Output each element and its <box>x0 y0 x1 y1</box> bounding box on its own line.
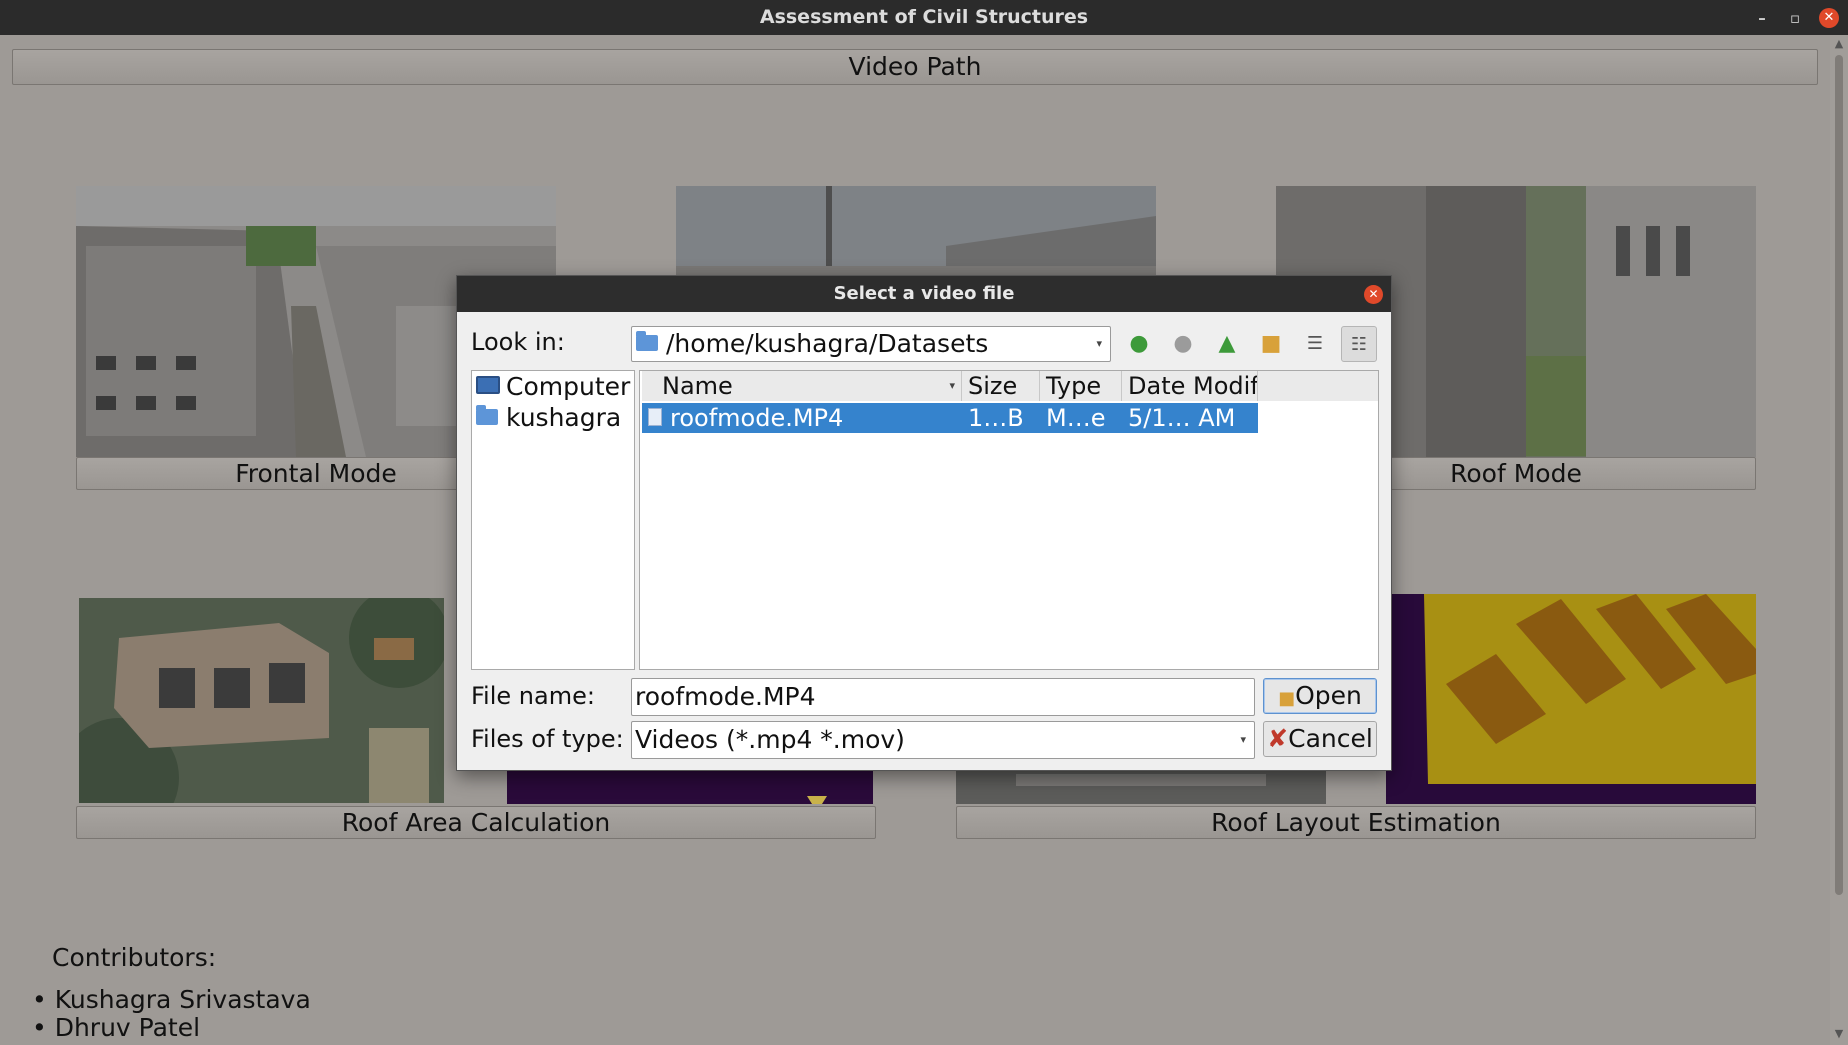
sidebar-item-kushagra[interactable]: kushagra <box>476 403 621 433</box>
sidebar-item-computer[interactable]: Computer <box>476 372 630 402</box>
dropdown-arrow-icon: ▾ <box>1240 733 1246 746</box>
open-button[interactable]: ■Open <box>1263 678 1377 714</box>
files-of-type-value: Videos (*.mp4 *.mov) <box>635 725 905 754</box>
computer-icon <box>476 376 500 394</box>
folder-icon <box>476 405 498 425</box>
window-close-button[interactable]: ✕ <box>1819 8 1839 28</box>
folder-icon <box>636 331 658 351</box>
file-list: Name ▾ Size Type Date Modif roofmode.MP4… <box>639 370 1379 670</box>
video-path-button[interactable]: Video Path <box>12 49 1818 85</box>
sidebar-item-label: kushagra <box>506 403 622 432</box>
files-of-type-combo[interactable]: Videos (*.mp4 *.mov) ▾ <box>631 721 1255 759</box>
contributors-heading: Contributors: <box>52 943 217 972</box>
minimize-button[interactable]: – <box>1752 8 1772 28</box>
file-date-cell: 5/1… AM <box>1128 404 1236 432</box>
column-header-filler <box>1258 371 1378 401</box>
column-header-size[interactable]: Size <box>962 371 1040 401</box>
cancel-x-icon: ✘ <box>1267 724 1289 753</box>
new-folder-icon[interactable]: ■ <box>1253 326 1289 362</box>
file-icon <box>648 408 662 426</box>
roof-layout-photo <box>956 768 1326 804</box>
scroll-down-arrow-icon[interactable]: ▼ <box>1830 1027 1848 1041</box>
look-in-path: /home/kushagra/Datasets <box>666 329 989 358</box>
look-in-combo[interactable]: /home/kushagra/Datasets ▾ <box>631 326 1111 362</box>
roof-area-mask-image <box>507 768 873 804</box>
contributor-name: Kushagra Srivastava <box>54 985 311 1014</box>
sidebar-item-label: Computer <box>506 372 631 401</box>
column-header-date[interactable]: Date Modif <box>1122 371 1258 401</box>
contributor-item: • Kushagra Srivastava <box>32 985 311 1014</box>
file-name-label: File name: <box>471 682 595 710</box>
dialog-title: Select a video file <box>457 276 1391 312</box>
parent-directory-icon[interactable]: ▲ <box>1209 326 1245 362</box>
select-video-dialog: Select a video file ✕ Look in: /home/kus… <box>456 275 1392 771</box>
contributor-item: • Dhruv Patel <box>32 1013 201 1042</box>
folder-open-icon: ■ <box>1278 688 1296 709</box>
scroll-up-arrow-icon[interactable]: ▲ <box>1830 37 1848 51</box>
dialog-close-button[interactable]: ✕ <box>1364 285 1383 304</box>
cancel-button-label: Cancel <box>1288 724 1373 753</box>
look-in-label: Look in: <box>471 328 565 356</box>
column-header-type[interactable]: Type <box>1040 371 1122 401</box>
detail-view-icon[interactable]: ☷ <box>1341 326 1377 362</box>
roof-area-calculation-button[interactable]: Roof Area Calculation <box>76 806 876 839</box>
sort-arrow-icon: ▾ <box>949 379 955 392</box>
table-row[interactable]: roofmode.MP4 1…B M…e 5/1… AM <box>642 403 1258 433</box>
forward-icon[interactable]: ● <box>1165 326 1201 362</box>
file-name-cell: roofmode.MP4 <box>670 404 844 432</box>
column-header-name[interactable]: Name ▾ <box>642 371 962 401</box>
list-view-icon[interactable]: ☰ <box>1297 326 1333 362</box>
file-size-cell: 1…B <box>968 404 1024 432</box>
places-sidebar: Computer kushagra <box>471 370 635 670</box>
dropdown-arrow-icon: ▾ <box>1096 337 1102 350</box>
back-icon[interactable]: ● <box>1121 326 1157 362</box>
file-name-input[interactable]: roofmode.MP4 <box>631 678 1255 716</box>
restore-button[interactable]: ▫ <box>1785 8 1805 28</box>
open-button-label: Open <box>1295 681 1362 710</box>
column-header-label: Name <box>662 372 733 400</box>
scrollbar-thumb[interactable] <box>1835 55 1843 895</box>
window-titlebar: Assessment of Civil Structures – ▫ ✕ <box>0 0 1848 35</box>
window-title: Assessment of Civil Structures <box>759 6 1089 28</box>
files-of-type-label: Files of type: <box>471 725 624 753</box>
roof-area-image <box>79 598 444 803</box>
contributor-name: Dhruv Patel <box>54 1013 201 1042</box>
vertical-scrollbar[interactable]: ▲ ▼ <box>1830 35 1848 1045</box>
file-type-cell: M…e <box>1046 404 1106 432</box>
cancel-button[interactable]: ✘Cancel <box>1263 721 1377 757</box>
roof-layout-estimation-button[interactable]: Roof Layout Estimation <box>956 806 1756 839</box>
roof-layout-mask-image <box>1386 594 1756 804</box>
